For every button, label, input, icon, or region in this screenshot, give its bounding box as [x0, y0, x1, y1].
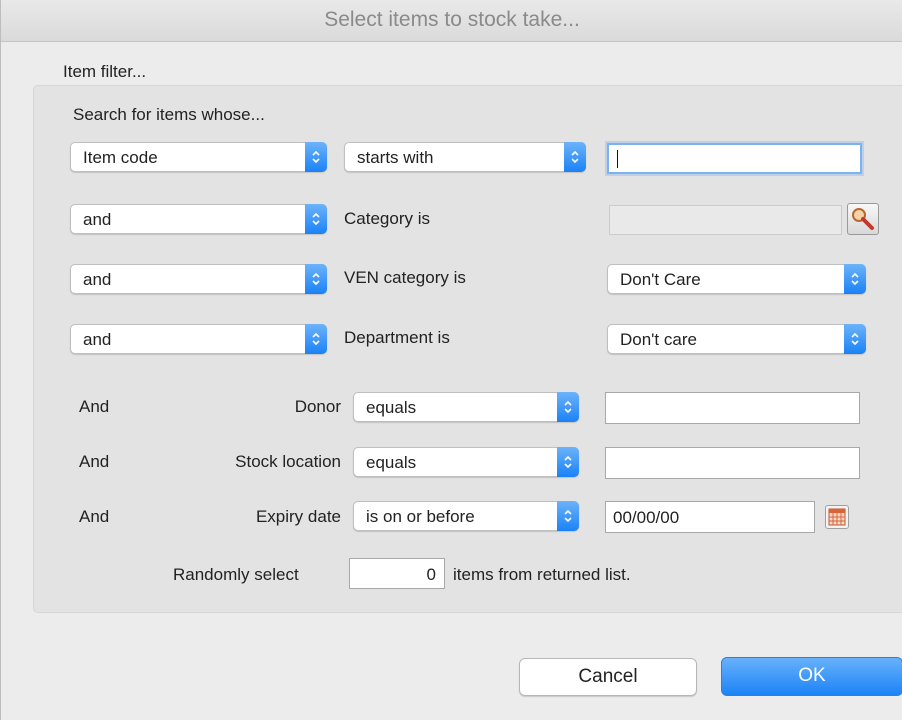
chevron-updown-icon [844, 264, 866, 294]
magnifier-icon [852, 208, 874, 230]
item-filter-label: Item filter... [63, 62, 147, 81]
donor-operator-value: equals [366, 398, 417, 417]
stock-location-operator-select[interactable]: equals [353, 447, 579, 477]
chevron-updown-icon [305, 142, 327, 172]
calendar-icon [828, 508, 846, 526]
field-select[interactable]: Item code [70, 142, 327, 172]
window-title: Select items to stock take... [324, 8, 580, 31]
conjunction-value: and [83, 210, 112, 229]
category-label: Category is [344, 209, 430, 228]
cancel-button[interactable]: Cancel [519, 658, 697, 696]
conjunction-value: and [83, 270, 112, 289]
chevron-updown-icon [557, 392, 579, 422]
random-count-input[interactable]: 0 [349, 558, 445, 589]
department-value: Don't care [620, 330, 697, 349]
text-cursor [617, 150, 618, 168]
expiry-operator-select[interactable]: is on or before [353, 501, 579, 531]
department-select[interactable]: Don't care [607, 324, 866, 354]
ven-category-label: VEN category is [344, 268, 466, 287]
conjunction-value: and [83, 330, 112, 349]
chevron-updown-icon [305, 264, 327, 294]
chevron-updown-icon [564, 142, 586, 172]
chevron-updown-icon [305, 204, 327, 234]
expiry-date-value: 00/00/00 [613, 508, 680, 527]
donor-input[interactable] [605, 392, 860, 424]
expiry-conjunction-label: And [79, 507, 110, 526]
category-field [609, 205, 842, 235]
category-lookup-button[interactable] [847, 203, 879, 235]
stock-location-input[interactable] [605, 447, 860, 479]
search-intro-label: Search for items whose... [73, 105, 265, 124]
operator-select-value: starts with [357, 148, 434, 167]
expiry-operator-value: is on or before [366, 507, 475, 526]
field-select-value: Item code [83, 148, 158, 167]
chevron-updown-icon [557, 501, 579, 531]
dialog-window: Select items to stock take... Item filte… [0, 0, 902, 720]
conjunction-select-category[interactable]: and [70, 204, 327, 234]
ven-category-value: Don't Care [620, 270, 701, 289]
expiry-date-picker-button[interactable] [825, 505, 849, 529]
chevron-updown-icon [844, 324, 866, 354]
ok-button[interactable]: OK [721, 657, 902, 696]
random-select-label: Randomly select [173, 565, 299, 584]
chevron-updown-icon [557, 447, 579, 477]
conjunction-select-ven[interactable]: and [70, 264, 327, 294]
donor-label: Donor [294, 397, 341, 416]
stock-location-label: Stock location [235, 452, 341, 471]
title-bar: Select items to stock take... [1, 0, 902, 42]
conjunction-select-department[interactable]: and [70, 324, 327, 354]
donor-conjunction-label: And [79, 397, 110, 416]
ven-category-select[interactable]: Don't Care [607, 264, 866, 294]
stock-location-operator-value: equals [366, 453, 417, 472]
department-label: Department is [344, 328, 450, 347]
random-count-value: 0 [426, 565, 436, 584]
stock-location-conjunction-label: And [79, 452, 110, 471]
donor-operator-select[interactable]: equals [353, 392, 579, 422]
expiry-date-input[interactable]: 00/00/00 [605, 501, 815, 533]
expiry-date-label: Expiry date [255, 507, 341, 526]
random-suffix-label: items from returned list. [453, 565, 631, 584]
search-value-input[interactable] [607, 143, 862, 174]
chevron-updown-icon [305, 324, 327, 354]
operator-select[interactable]: starts with [344, 142, 586, 172]
